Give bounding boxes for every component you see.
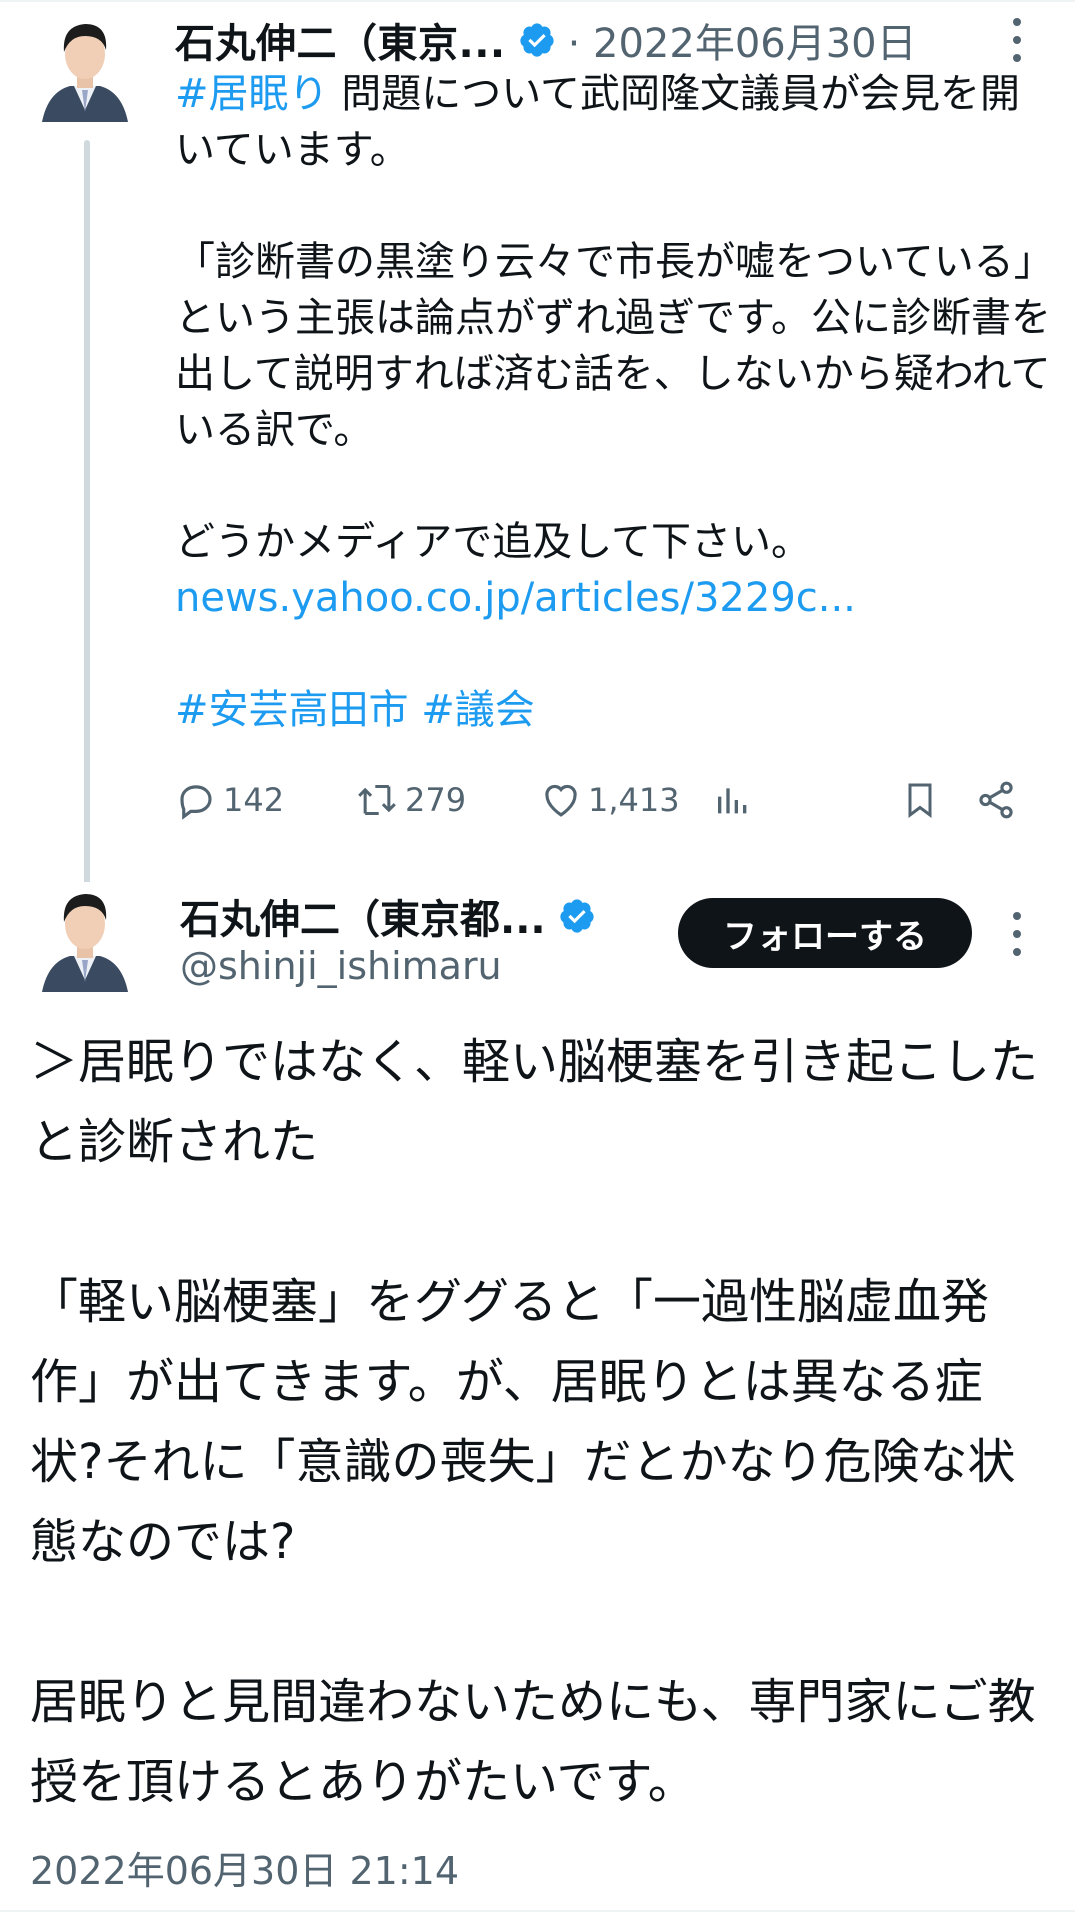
hashtag-link[interactable]: #安芸高田市 <box>175 687 409 733</box>
bottom-divider <box>0 1910 1075 1912</box>
retweet-button[interactable]: 279 <box>355 775 466 825</box>
author-name[interactable]: 石丸伸二（東京... <box>175 11 506 69</box>
tweet-timestamp[interactable]: 2022年06月30日 21:14 <box>30 1840 459 1895</box>
reply-button[interactable]: 142 <box>175 775 284 825</box>
hashtag-link[interactable]: #議会 <box>421 687 535 733</box>
article-link[interactable]: news.yahoo.co.jp/articles/3229c... <box>175 575 856 621</box>
tweet1-text: 問題について武岡隆文議員が会見を開いています。 「診断書の黒塗り云々で市長が嘘を… <box>175 71 1054 565</box>
follow-button[interactable]: フォローする <box>678 898 972 968</box>
views-icon <box>718 788 747 814</box>
more-icon[interactable] <box>1011 18 1023 62</box>
share-icon <box>979 781 1013 819</box>
author-name[interactable]: 石丸伸二（東京都... <box>180 887 546 945</box>
like-count: 1,413 <box>588 781 680 819</box>
verified-badge-icon <box>559 899 594 933</box>
bookmark-button[interactable] <box>900 775 946 825</box>
tweet2-body: ＞居眠りではなく、軽い脳梗塞を引き起こしたと診断された 「軽い脳梗塞」をググると… <box>30 1034 1039 1810</box>
thread-connector-line <box>84 140 90 885</box>
reply-icon <box>180 785 212 820</box>
verified-badge-icon <box>519 23 554 57</box>
top-divider <box>0 0 1075 2</box>
avatar[interactable] <box>40 882 130 992</box>
reply-count: 142 <box>223 781 285 819</box>
tweet1-body: #居眠り 問題について武岡隆文議員が会見を開いています。 「診断書の黒塗り云々で… <box>175 66 1055 738</box>
share-button[interactable] <box>975 775 1023 825</box>
avatar[interactable] <box>40 12 130 122</box>
views-button[interactable] <box>713 775 759 825</box>
retweet-count: 279 <box>405 781 467 819</box>
retweet-icon <box>358 784 396 816</box>
tweet-actions-bar: 142 279 1,413 <box>175 775 1035 825</box>
hashtag-link[interactable]: #居眠り <box>175 71 329 117</box>
like-icon <box>545 784 577 817</box>
author-handle[interactable]: @shinji_ishimaru <box>180 944 502 988</box>
tweet1-header: 石丸伸二（東京... · 2022年06月30日 <box>175 11 917 69</box>
tweet2-header: 石丸伸二（東京都... <box>180 888 596 944</box>
tweet-date[interactable]: · 2022年06月30日 <box>568 11 917 69</box>
like-button[interactable]: 1,413 <box>540 775 680 825</box>
bookmark-icon <box>908 783 932 818</box>
more-icon[interactable] <box>1011 912 1023 956</box>
